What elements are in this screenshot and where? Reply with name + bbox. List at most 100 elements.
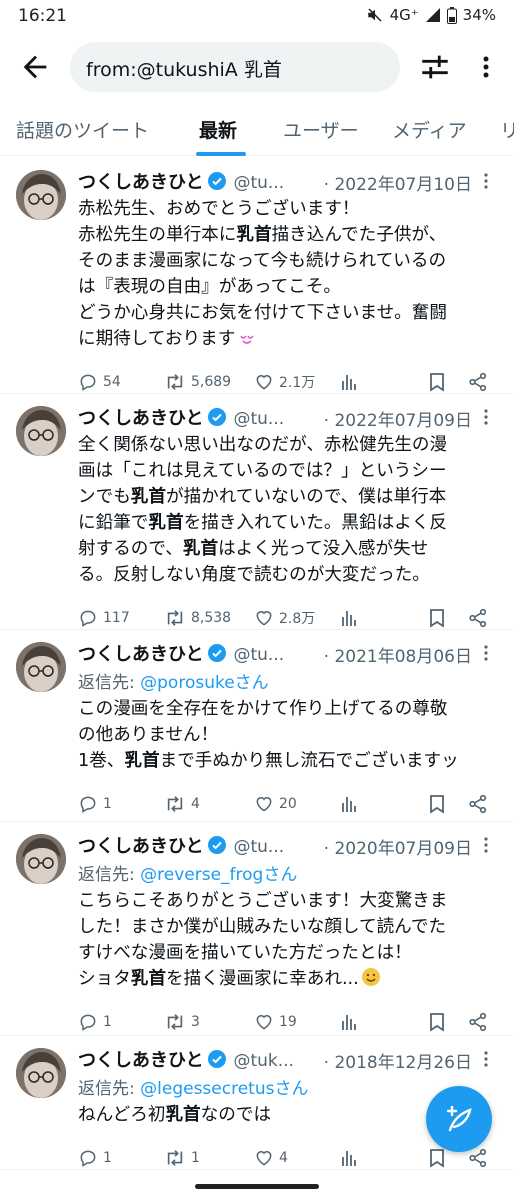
- tweet[interactable]: つくしあきひと @tu... · 2021年08月06日 返信先: @porosuke…: [0, 630, 514, 822]
- tab-top[interactable]: 話題のツイート: [16, 116, 149, 143]
- tweet-text-line: ショタ乳首を描く漫画家に幸あれ...: [78, 966, 502, 992]
- reply-to-mention[interactable]: @porosukeさん: [140, 673, 269, 693]
- reply-button[interactable]: 1: [78, 794, 112, 814]
- reply-to-mention[interactable]: @legessecretusさん: [140, 1079, 308, 1099]
- tab-users[interactable]: ユーザー: [283, 116, 359, 143]
- tweet[interactable]: つくしあきひと @tu... · 2020年07月09日 返信先: @reverse_…: [0, 822, 514, 1036]
- avatar[interactable]: [16, 406, 66, 456]
- views-button[interactable]: [340, 794, 358, 814]
- reply-button[interactable]: 1: [78, 1148, 112, 1168]
- views-button[interactable]: [340, 372, 358, 392]
- highlighted-keyword: 乳首: [165, 1105, 201, 1125]
- like-button[interactable]: 4: [254, 1148, 288, 1168]
- search-tabs: 話題のツイート 最新 ユーザー メディア リ: [0, 104, 514, 156]
- share-icon: [469, 1012, 487, 1032]
- author-handle[interactable]: @tuk...: [233, 1051, 294, 1071]
- author-handle[interactable]: @tu...: [233, 173, 284, 193]
- share-button[interactable]: [468, 608, 488, 628]
- compose-tweet-button[interactable]: [426, 1086, 492, 1152]
- author-handle[interactable]: @tu...: [233, 837, 284, 857]
- tab-lists[interactable]: リ: [500, 116, 514, 143]
- tweet-menu-icon[interactable]: [480, 1048, 492, 1070]
- author-name[interactable]: つくしあきひと: [78, 644, 203, 665]
- reply-icon: [80, 1014, 96, 1031]
- author-handle[interactable]: @tu...: [233, 409, 284, 429]
- text-segment: を描き入れていた。黒鉛はよく反: [183, 513, 447, 533]
- reply-button[interactable]: 117: [78, 608, 130, 628]
- tweet-menu-icon[interactable]: [480, 834, 492, 856]
- tweet-text-line: 射するので、乳首はよく光って没入感が失せ: [78, 536, 502, 562]
- reply-icon: [80, 1150, 96, 1167]
- author-name[interactable]: つくしあきひと: [78, 836, 203, 857]
- share-button[interactable]: [468, 794, 488, 814]
- author-name[interactable]: つくしあきひと: [78, 172, 203, 193]
- battery-icon: [446, 6, 457, 24]
- share-button[interactable]: [468, 372, 488, 392]
- reply-button[interactable]: 1: [78, 1012, 112, 1032]
- retweet-button[interactable]: 8,538: [164, 608, 231, 628]
- tweet-date[interactable]: · 2022年07月10日: [319, 170, 472, 195]
- text-segment: 1巻、: [78, 751, 125, 771]
- more-options-icon[interactable]: [474, 50, 498, 84]
- tweet-text-line: そのまま漫画家になって今も続けられているの: [78, 248, 502, 274]
- text-segment: 画は「これは見えているのでは？」というシー: [78, 461, 447, 481]
- retweet-button[interactable]: 5,689: [164, 372, 231, 392]
- tab-media[interactable]: メディア: [392, 116, 467, 143]
- text-segment: が描かれていないので、僕は単行本: [166, 487, 447, 507]
- avatar[interactable]: [16, 834, 66, 884]
- retweet-count: 4: [191, 796, 200, 812]
- retweet-button[interactable]: 1: [164, 1148, 200, 1168]
- bookmark-button[interactable]: [428, 372, 446, 392]
- share-icon: [469, 372, 487, 392]
- views-button[interactable]: [340, 1148, 358, 1168]
- status-icons: 4G⁺ 34%: [366, 6, 496, 24]
- share-button[interactable]: [468, 1148, 488, 1168]
- bookmark-button[interactable]: [428, 608, 446, 628]
- views-stats-icon: [342, 611, 356, 626]
- tweet[interactable]: つくしあきひと @tu... · 2022年07月10日 赤松先生、おめでとうございま…: [0, 158, 514, 394]
- bookmark-button[interactable]: [428, 1148, 446, 1168]
- bookmark-icon: [430, 1149, 444, 1168]
- author-name[interactable]: つくしあきひと: [78, 408, 203, 429]
- avatar[interactable]: [16, 642, 66, 692]
- home-gesture-pill[interactable]: [195, 1184, 319, 1189]
- retweet-button[interactable]: 3: [164, 1012, 200, 1032]
- tweet[interactable]: つくしあきひと @tu... · 2022年07月09日 全く関係ない思い出なのだが、…: [0, 394, 514, 630]
- author-handle[interactable]: @tu...: [233, 645, 284, 665]
- tweet-menu-icon[interactable]: [480, 170, 492, 192]
- like-button[interactable]: 20: [254, 794, 297, 814]
- reply-to-mention[interactable]: @reverse_frogさん: [140, 865, 297, 885]
- tweet-text-line: 1巻、乳首まで手ぬかり無し流石でございますッ: [78, 748, 502, 774]
- tweet-text-line: こちらこそありがとうございます！大変驚きま: [78, 888, 502, 914]
- search-input[interactable]: from:@tukushiA 乳首: [70, 42, 400, 92]
- tweet-header: つくしあきひと @tu... · 2022年07月09日: [78, 404, 498, 431]
- avatar-portrait: [16, 170, 66, 220]
- author-name[interactable]: つくしあきひと: [78, 1050, 203, 1071]
- avatar[interactable]: [16, 1048, 66, 1098]
- bookmark-button[interactable]: [428, 794, 446, 814]
- like-button[interactable]: 2.1万: [254, 372, 315, 392]
- retweet-button[interactable]: 4: [164, 794, 200, 814]
- views-button[interactable]: [340, 1012, 358, 1032]
- back-arrow-icon[interactable]: [18, 50, 52, 84]
- share-button[interactable]: [468, 1012, 488, 1032]
- text-segment: すけべな漫画を描いていた方だったとは！: [78, 943, 412, 963]
- like-button[interactable]: 2.8万: [254, 608, 315, 628]
- tweet-menu-icon[interactable]: [480, 406, 492, 428]
- bookmark-button[interactable]: [428, 1012, 446, 1032]
- reply-button[interactable]: 54: [78, 372, 121, 392]
- reply-count: 1: [103, 1014, 112, 1030]
- avatar[interactable]: [16, 170, 66, 220]
- tweet-date[interactable]: · 2020年07月09日: [319, 834, 472, 859]
- search-filter-icon[interactable]: [418, 50, 452, 84]
- tab-latest[interactable]: 最新: [199, 116, 237, 143]
- tweet-text-line: 赤松先生、おめでとうございます！: [78, 196, 502, 222]
- tweet-menu-icon[interactable]: [480, 642, 492, 664]
- tweet-date[interactable]: · 2021年08月06日: [319, 642, 472, 667]
- tweet-date[interactable]: · 2018年12月26日: [319, 1048, 472, 1073]
- tweet-date[interactable]: · 2022年07月09日: [319, 406, 472, 431]
- reply-to-line: 返信先: @reverse_frogさん: [78, 860, 297, 885]
- views-button[interactable]: [340, 608, 358, 628]
- like-button[interactable]: 19: [254, 1012, 297, 1032]
- reply-icon: [80, 796, 96, 813]
